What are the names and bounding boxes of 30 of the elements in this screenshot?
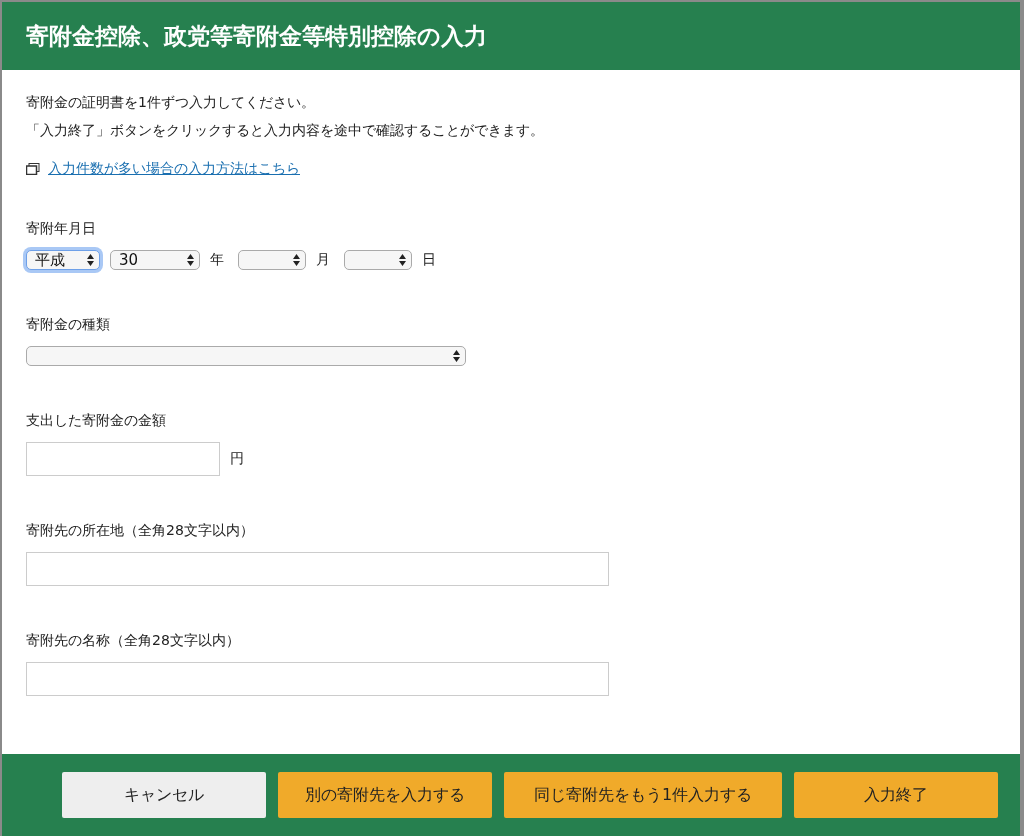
dropdown-arrows-icon (453, 350, 460, 362)
unit-label: 円 (230, 450, 244, 468)
amount-field[interactable] (26, 442, 220, 476)
unit-label: 年 (210, 251, 224, 269)
dropdown-arrows-icon (293, 254, 300, 266)
dropdown[interactable] (344, 250, 412, 270)
action-button[interactable]: 同じ寄附先をもう1件入力する (504, 772, 782, 818)
action-button[interactable]: 別の寄附先を入力する (278, 772, 492, 818)
dialog-title: 寄附金控除、政党等寄附金等特別控除の入力 (2, 2, 1020, 70)
dropdown[interactable]: 30 (110, 250, 200, 270)
help-link[interactable]: 入力件数が多い場合の入力方法はこちら (48, 160, 300, 178)
field-label: 寄附年月日 (26, 220, 97, 238)
dropdown-arrows-icon (87, 254, 94, 266)
dropdown[interactable]: 平成 (26, 250, 100, 270)
dropdown-arrows-icon (399, 254, 406, 266)
field-label: 寄附先の名称（全角28文字以内） (26, 632, 241, 650)
dropdown-arrows-icon (187, 254, 194, 266)
text-field[interactable] (26, 552, 609, 586)
instruction-text: 「入力終了」ボタンをクリックすると入力内容を途中で確認することができます。 (26, 121, 545, 140)
unit-label: 月 (316, 251, 330, 269)
action-button[interactable]: キャンセル (62, 772, 266, 818)
field-label: 寄附金の種類 (26, 316, 111, 334)
action-button[interactable]: 入力終了 (794, 772, 998, 818)
dropdown[interactable] (238, 250, 306, 270)
instruction-text: 寄附金の証明書を1件ずつ入力してください。 (26, 93, 316, 112)
window-icon (26, 163, 40, 175)
unit-label: 日 (422, 251, 436, 269)
text-field[interactable] (26, 662, 609, 696)
field-label: 寄附先の所在地（全角28文字以内） (26, 522, 255, 540)
field-label: 支出した寄附金の金額 (26, 412, 167, 430)
